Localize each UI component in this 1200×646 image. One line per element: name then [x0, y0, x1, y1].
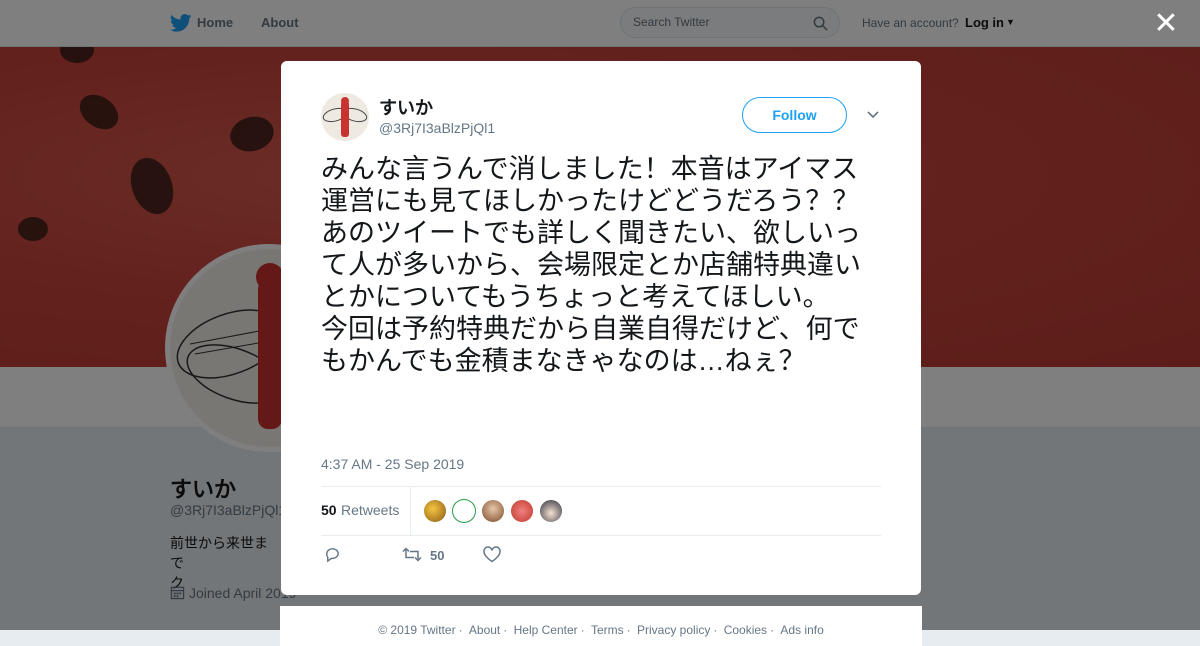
footer-link-help[interactable]: Help Center [514, 623, 578, 637]
reply-icon[interactable] [324, 546, 341, 563]
follow-button[interactable]: Follow [742, 97, 847, 133]
retweet-count[interactable]: 50 [321, 502, 337, 518]
footer-link-ads[interactable]: Ads info [780, 623, 823, 637]
footer: © 2019 Twitter · About · Help Center · Term… [280, 606, 922, 646]
footer-link-terms[interactable]: Terms [591, 623, 624, 637]
tweet-text: みんな言うんで消しました！本音はアイマス運営にも見てほしかったけどどうだろう？？… [321, 154, 861, 376]
footer-link-privacy[interactable]: Privacy policy [637, 623, 710, 637]
author-avatar[interactable] [321, 93, 369, 141]
footer-copyright: © 2019 Twitter [378, 623, 456, 637]
retweeter-avatar[interactable] [452, 499, 476, 523]
tweet-stats: 50 Retweets [321, 486, 881, 536]
heart-icon[interactable] [483, 546, 501, 563]
tweet-timestamp[interactable]: 4:37 AM - 25 Sep 2019 [321, 456, 464, 472]
retweeter-avatar[interactable] [510, 499, 534, 523]
footer-link-cookies[interactable]: Cookies [724, 623, 767, 637]
author-name[interactable]: すいか [379, 94, 433, 120]
retweeter-avatar[interactable] [539, 499, 563, 523]
tweet-modal: すいか @3Rj7I3aBlzPjQl1 Follow みんな言うんで消しました… [281, 61, 921, 595]
retweeter-avatar[interactable] [481, 499, 505, 523]
stats-divider [410, 487, 411, 535]
retweet-icon[interactable] [402, 546, 422, 563]
author-handle[interactable]: @3Rj7I3aBlzPjQl1 [379, 120, 495, 136]
close-icon[interactable]: ✕ [1152, 9, 1180, 39]
footer-link-about[interactable]: About [469, 623, 500, 637]
retweets-label[interactable]: Retweets [341, 502, 399, 518]
retweet-action-count[interactable]: 50 [430, 548, 444, 563]
chevron-down-icon[interactable] [865, 107, 881, 123]
retweeter-avatar[interactable] [423, 499, 447, 523]
